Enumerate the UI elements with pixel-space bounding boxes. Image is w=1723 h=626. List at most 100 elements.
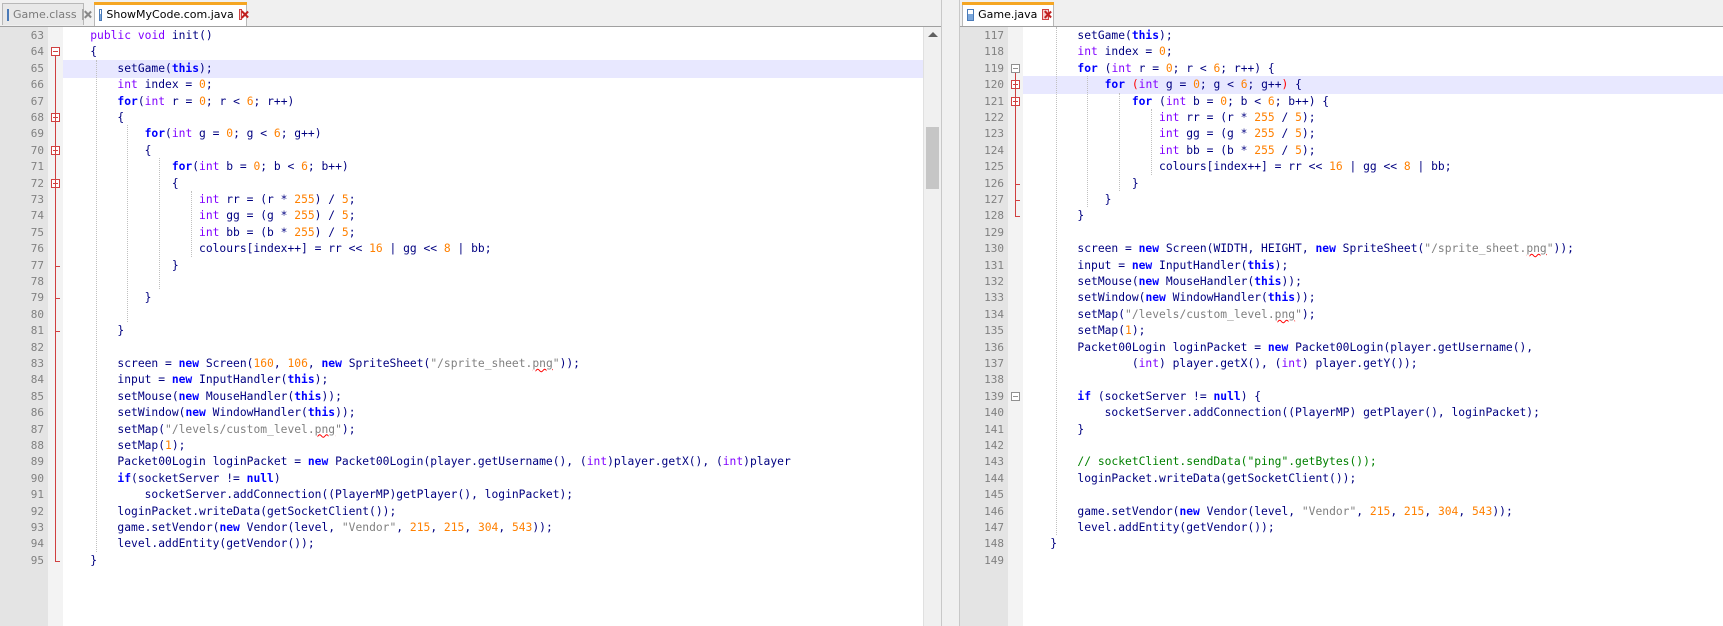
- code-line[interactable]: 133 setWindow(new WindowHandler(this));: [984, 289, 1723, 307]
- code-line[interactable]: 121 for (int b = 0; b < 6; b++) {: [984, 93, 1723, 111]
- code-line[interactable]: 141 }: [984, 421, 1723, 439]
- code-line[interactable]: 77 }: [31, 257, 941, 275]
- code-line[interactable]: 139 if (socketServer != null) {: [984, 388, 1723, 406]
- code-line[interactable]: 138: [984, 371, 1723, 389]
- code-line[interactable]: 70 {: [31, 142, 941, 160]
- code-line[interactable]: 80: [31, 306, 941, 324]
- fold-toggle-icon[interactable]: [1011, 391, 1020, 401]
- code-line[interactable]: 140 socketServer.addConnection((PlayerMP…: [984, 404, 1723, 422]
- code-line[interactable]: 72 {: [31, 175, 941, 193]
- code-line[interactable]: 65 setGame(this);: [31, 59, 941, 78]
- code-line[interactable]: 148 }: [984, 535, 1723, 553]
- code-line[interactable]: 91 socketServer.addConnection((PlayerMP)…: [31, 486, 941, 504]
- code-line[interactable]: 69 for(int g = 0; g < 6; g++): [31, 125, 941, 143]
- code-line[interactable]: 74 int gg = (g * 255) / 5;: [31, 207, 941, 225]
- code-line[interactable]: 147 level.addEntity(getVendor());: [984, 519, 1723, 537]
- code-line[interactable]: 149: [984, 552, 1723, 570]
- code-line[interactable]: 71 for(int b = 0; b < 6; b++): [31, 158, 941, 176]
- scroll-up-icon[interactable]: [928, 32, 938, 37]
- close-icon[interactable]: [1042, 9, 1049, 20]
- code-line[interactable]: 124 int bb = (b * 255 / 5);: [984, 142, 1723, 160]
- code-line[interactable]: 93 game.setVendor(new Vendor(level, "Ven…: [31, 519, 941, 537]
- code-text: (int) player.getX(), (int) player.getY()…: [1023, 357, 1418, 370]
- code-line[interactable]: 146 game.setVendor(new Vendor(level, "Ve…: [984, 503, 1723, 521]
- code-line[interactable]: 135 setMap(1);: [984, 322, 1723, 340]
- code-line[interactable]: 81 }: [31, 322, 941, 340]
- fold-range-line: [55, 56, 56, 561]
- left-code-editor[interactable]: 63 public void init() 64 {65 setGame(this…: [0, 27, 941, 626]
- code-line[interactable]: 137 (int) player.getX(), (int) player.ge…: [984, 355, 1723, 373]
- code-text: int index = 0;: [1077, 45, 1173, 59]
- code-line[interactable]: 142: [984, 437, 1723, 455]
- line-number: 148: [984, 537, 1004, 551]
- right-code-editor[interactable]: 117 setGame(this); 118 int index = 0; 119 …: [960, 27, 1723, 626]
- tab-showmycode-java[interactable]: ShowMyCode.com.java: [94, 2, 247, 26]
- code-line[interactable]: 68 {: [31, 109, 941, 127]
- code-line[interactable]: 87 setMap("/levels/custom_level.png");: [31, 421, 941, 439]
- code-line[interactable]: 83 screen = new Screen(160, 106, new Spr…: [31, 355, 941, 373]
- code-line[interactable]: 76 colours[index++] = rr << 16 | gg << 8…: [31, 240, 941, 258]
- scrollbar-thumb[interactable]: [926, 127, 939, 189]
- code-line[interactable]: 67 for(int r = 0; r < 6; r++): [31, 93, 941, 111]
- code-line[interactable]: 85 setMouse(new MouseHandler(this));: [31, 388, 941, 406]
- code-line[interactable]: 131 input = new InputHandler(this);: [984, 257, 1723, 275]
- indent-guide: [1056, 27, 1057, 536]
- vertical-scrollbar[interactable]: [923, 27, 941, 626]
- line-number: 129: [984, 225, 1004, 239]
- fold-toggle-icon[interactable]: [1011, 63, 1020, 73]
- code-line[interactable]: 89 Packet00Login loginPacket = new Packe…: [31, 453, 941, 471]
- code-area[interactable]: 117 setGame(this); 118 int index = 0; 119 …: [984, 27, 1723, 626]
- close-icon[interactable]: [238, 9, 242, 20]
- code-area[interactable]: 63 public void init() 64 {65 setGame(this…: [31, 27, 941, 626]
- code-line[interactable]: 136 Packet00Login loginPacket = new Pack…: [984, 339, 1723, 357]
- code-line[interactable]: 118 int index = 0;: [984, 43, 1723, 61]
- line-number: 78: [30, 275, 44, 288]
- code-line[interactable]: 130 screen = new Screen(WIDTH, HEIGHT, n…: [984, 240, 1723, 258]
- line-number: 87: [30, 422, 44, 436]
- code-line[interactable]: 78: [31, 273, 941, 291]
- code-line[interactable]: 132 setMouse(new MouseHandler(this));: [984, 273, 1723, 291]
- code-text: int rr = (r * 255 / 5);: [1159, 111, 1316, 124]
- code-line[interactable]: 117 setGame(this);: [984, 27, 1723, 45]
- code-line[interactable]: 122 int rr = (r * 255 / 5);: [984, 109, 1723, 127]
- code-line[interactable]: 79 }: [31, 289, 941, 307]
- code-line[interactable]: 88 setMap(1);: [31, 437, 941, 455]
- tab-game-java[interactable]: Game.java: [962, 2, 1054, 26]
- code-line[interactable]: 86 setWindow(new WindowHandler(this));: [31, 404, 941, 422]
- pane-splitter[interactable]: [941, 0, 960, 626]
- code-text: level.addEntity(getVendor());: [1023, 521, 1275, 534]
- line-number: 143: [984, 455, 1004, 469]
- code-line[interactable]: 94 level.addEntity(getVendor());: [31, 535, 941, 553]
- code-line[interactable]: 84 input = new InputHandler(this);: [31, 371, 941, 389]
- code-line[interactable]: 144 loginPacket.writeData(getSocketClien…: [984, 470, 1723, 488]
- line-number: 130: [984, 242, 1004, 256]
- tab-game-class[interactable]: Game.class: [2, 3, 84, 25]
- code-line[interactable]: 120 for (int g = 0; g < 6; g++) {: [984, 76, 1723, 95]
- line-number: 139: [984, 389, 1004, 403]
- code-line[interactable]: 128 }: [984, 207, 1723, 225]
- code-line[interactable]: 75 int bb = (b * 255) / 5;: [31, 224, 941, 242]
- code-line[interactable]: 145: [984, 486, 1723, 504]
- code-line[interactable]: 123 int gg = (g * 255 / 5);: [984, 125, 1723, 143]
- code-line[interactable]: 64 {: [31, 43, 941, 61]
- code-text: {: [63, 143, 152, 157]
- code-text: int gg = (g * 255 / 5);: [1159, 127, 1316, 141]
- code-line[interactable]: 119 for (int r = 0; r < 6; r++) {: [984, 60, 1723, 78]
- code-line[interactable]: 90 if(socketServer != null): [31, 470, 941, 488]
- code-line[interactable]: 129: [984, 224, 1723, 242]
- code-line[interactable]: 143 // socketClient.sendData("ping".getB…: [984, 453, 1723, 471]
- code-line[interactable]: 134 setMap("/levels/custom_level.png");: [984, 306, 1723, 324]
- left-tab-bar: Game.class ShowMyCode.com.java: [0, 0, 941, 27]
- close-icon[interactable]: [81, 9, 84, 20]
- code-line[interactable]: 92 loginPacket.writeData(getSocketClient…: [31, 503, 941, 521]
- code-line[interactable]: 82: [31, 339, 941, 357]
- code-line[interactable]: 127 }: [984, 191, 1723, 209]
- code-line[interactable]: 63 public void init(): [31, 27, 941, 45]
- line-number: 84: [30, 373, 44, 387]
- code-line[interactable]: 95 }: [31, 552, 941, 570]
- fold-toggle-icon[interactable]: [51, 47, 60, 57]
- code-line[interactable]: 125 colours[index++] = rr << 16 | gg << …: [984, 158, 1723, 176]
- code-line[interactable]: 66 int index = 0;: [31, 76, 941, 94]
- code-line[interactable]: 126 }: [984, 175, 1723, 193]
- code-line[interactable]: 73 int rr = (r * 255) / 5;: [31, 191, 941, 209]
